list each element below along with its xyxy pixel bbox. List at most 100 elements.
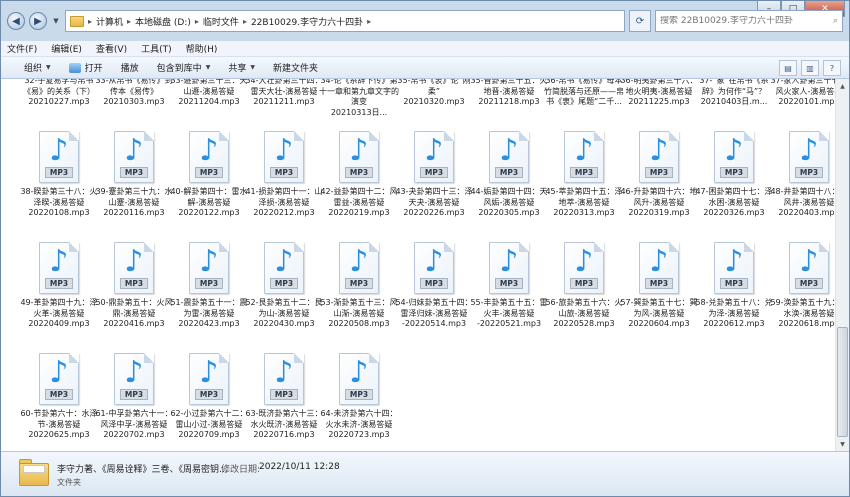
music-note-icon: ♪ — [49, 355, 69, 390]
mp3-badge: MP3 — [420, 167, 448, 178]
music-note-icon: ♪ — [49, 133, 69, 168]
file-name-label: 57-巽卦第五十七：巽为风-演易答疑 20220604.mp3 — [619, 298, 699, 330]
file-title: 44-姤卦第四十四：天风姤-演易答疑 — [470, 187, 548, 207]
file-suffix: 20220709.mp3 — [178, 430, 240, 439]
change-view-button[interactable]: ▤ — [779, 60, 797, 76]
file-title: 47-困卦第四十七：泽水困-演易答疑 — [695, 187, 773, 207]
file-suffix: 20220528.mp3 — [553, 319, 615, 328]
file-suffix: 20220409.mp3 — [28, 319, 90, 328]
file-name-label: 60-节卦第六十：水泽节-演易答疑 20220625.mp3 — [19, 409, 99, 441]
chevron-right-icon[interactable]: ▸ — [243, 17, 247, 26]
breadcrumb-current-folder[interactable]: 22B10029.李守力六十四卦 — [251, 15, 363, 28]
file-title: 64-未济卦第六十四：火水未济-演易答疑 — [320, 409, 398, 429]
music-note-icon: ♪ — [199, 133, 219, 168]
file-name-label: 39-蹇卦第三十九：水山蹇-演易答疑 20220116.mp3 — [94, 187, 174, 219]
file-suffix: 20220219.mp3 — [328, 208, 390, 217]
file-suffix: 20220612.mp3 — [703, 319, 765, 328]
chevron-right-icon: ▸ — [88, 16, 93, 26]
refresh-icon: ⟳ — [635, 15, 645, 27]
file-name-label: 50-鼎卦第五十：火风鼎-演易答疑 20220416.mp3 — [94, 298, 174, 330]
file-title: 42-益卦第四十二：风雷益-演易答疑 — [320, 187, 398, 207]
file-name-label: 44-姤卦第四十四：天风姤-演易答疑 20220305.mp3 — [469, 187, 549, 219]
file-name-label: 33-遯卦第三十三：天山遯-演易答疑 20211204.mp3 — [169, 79, 249, 108]
file-suffix: 20220319.mp3 — [628, 208, 690, 217]
file-suffix: 20210320.mp3 — [403, 97, 465, 106]
file-suffix: 20211218.mp3 — [478, 97, 540, 106]
menu-file[interactable]: 文件(F) — [7, 42, 37, 55]
file-title: 61-中孚卦第六十一：风泽中孚-演易答疑 — [95, 409, 173, 429]
refresh-button[interactable]: ⟳ — [629, 10, 651, 32]
mp3-badge: MP3 — [45, 278, 73, 289]
menu-help[interactable]: 帮助(H) — [186, 42, 218, 55]
play-button[interactable]: 播放 — [112, 57, 148, 79]
chevron-right-icon[interactable]: ▸ — [367, 17, 371, 26]
mp3-file-icon: ♪ MP3 — [489, 131, 529, 183]
include-in-library-button[interactable]: 包含到库中 ▼ — [148, 57, 220, 79]
music-note-icon: ♪ — [49, 244, 69, 279]
mp3-badge: MP3 — [420, 278, 448, 289]
scroll-thumb[interactable] — [837, 327, 848, 437]
music-note-icon: ♪ — [724, 244, 744, 279]
mp3-badge: MP3 — [270, 167, 298, 178]
file-title: 34-论《系辞下传》第十一章和第九章文字的演变 — [319, 79, 399, 106]
file-title: 63-既济卦第六十三：水火既济-演易答疑 — [245, 409, 323, 429]
file-suffix: 20220618.mp3 — [778, 319, 840, 328]
chevron-right-icon[interactable]: ▸ — [127, 17, 131, 26]
file-suffix: 20220604.mp3 — [628, 319, 690, 328]
file-name-label: 35-帛书《衷》论“刚柔” 20210320.mp3 — [394, 79, 474, 108]
new-folder-button[interactable]: 新建文件夹 — [264, 57, 327, 79]
file-name-label: 47-困卦第四十七：泽水困-演易答疑 20220326.mp3 — [694, 187, 774, 219]
preview-pane-icon: ▥ — [806, 63, 814, 73]
file-title: 35-帛书《衷》论“刚柔” — [397, 79, 471, 96]
organize-button[interactable]: 组织 ▼ — [15, 57, 60, 79]
file-title: 56-旅卦第五十六：火山旅-演易答疑 — [545, 298, 623, 318]
search-input[interactable] — [660, 16, 833, 26]
mp3-file-icon: ♪ MP3 — [339, 353, 379, 405]
open-button[interactable]: 打开 — [60, 57, 112, 79]
breadcrumb-computer[interactable]: 计算机 — [96, 15, 123, 28]
file-suffix: -20220514.mp3 — [401, 319, 467, 328]
file-name-label: 53-渐卦第五十三：风山渐-演易答疑 20220508.mp3 — [319, 298, 399, 330]
file-suffix: 20211225.mp3 — [628, 97, 690, 106]
file-name-label: 43-夬卦第四十三：泽天夬-演易答疑 20220226.mp3 — [394, 187, 474, 219]
mp3-file-icon: ♪ MP3 — [789, 131, 829, 183]
chevron-right-icon[interactable]: ▸ — [195, 17, 199, 26]
recent-pages-dropdown[interactable]: ▼ — [51, 17, 61, 25]
file-title: 55-丰卦第五十五：雷火丰-演易答疑 — [470, 298, 548, 318]
address-box[interactable]: ▸ 计算机 ▸ 本地磁盘 (D:) ▸ 临时文件 ▸ 22B10029.李守力六… — [65, 10, 625, 32]
selected-item-type: 文件夹 — [57, 478, 81, 487]
forward-button[interactable]: ▶ — [29, 12, 47, 30]
mp3-badge: MP3 — [645, 278, 673, 289]
menu-edit[interactable]: 编辑(E) — [51, 42, 82, 55]
folder-icon — [70, 15, 84, 27]
file-title: 60-节卦第六十：水泽节-演易答疑 — [20, 409, 98, 429]
file-suffix: -20220521.mp3 — [476, 319, 542, 328]
file-suffix: 20220305.mp3 — [478, 208, 540, 217]
back-button[interactable]: ◀ — [7, 12, 25, 30]
breadcrumb-drive-d[interactable]: 本地磁盘 (D:) — [135, 15, 191, 28]
file-title: 45-萃卦第四十五：泽地萃-演易答疑 — [545, 187, 623, 207]
file-title: 36-明夷卦第三十六：地火明夷-演易答疑 — [620, 79, 698, 96]
scroll-up-button[interactable]: ▲ — [836, 79, 849, 93]
breadcrumb-temp-files[interactable]: 临时文件 — [203, 15, 239, 28]
arrow-left-icon: ◀ — [12, 15, 20, 27]
search-box[interactable]: ⌕ — [655, 10, 843, 32]
file-name-label: 51-震卦第五十一：震为雷-演易答疑 20220423.mp3 — [169, 298, 249, 330]
share-button[interactable]: 共享 ▼ — [219, 57, 264, 79]
menu-tools[interactable]: 工具(T) — [141, 42, 172, 55]
file-title: 36-帛书《易传》母本竹简脱落与还原——帛书《衷》尾题“二千... — [544, 79, 624, 106]
file-suffix: 20220625.mp3 — [28, 430, 90, 439]
mp3-file-icon: ♪ MP3 — [564, 131, 604, 183]
preview-pane-button[interactable]: ▥ — [801, 60, 819, 76]
mp3-file-icon: ♪ MP3 — [264, 242, 304, 294]
scroll-down-button[interactable]: ▼ — [836, 437, 849, 451]
file-title: 54-归妹卦第五十四：雷泽归妹-演易答疑 — [395, 298, 473, 318]
file-suffix: 20220403.mp3 — [778, 208, 840, 217]
help-button[interactable]: ? — [823, 60, 841, 76]
file-name-label: 36-明夷卦第三十六：地火明夷-演易答疑 20211225.mp3 — [619, 79, 699, 108]
music-note-icon: ♪ — [124, 133, 144, 168]
vertical-scrollbar[interactable]: ▲ ▼ — [835, 79, 849, 451]
menu-view[interactable]: 查看(V) — [96, 42, 127, 55]
music-note-icon: ♪ — [424, 244, 444, 279]
mp3-badge: MP3 — [495, 278, 523, 289]
